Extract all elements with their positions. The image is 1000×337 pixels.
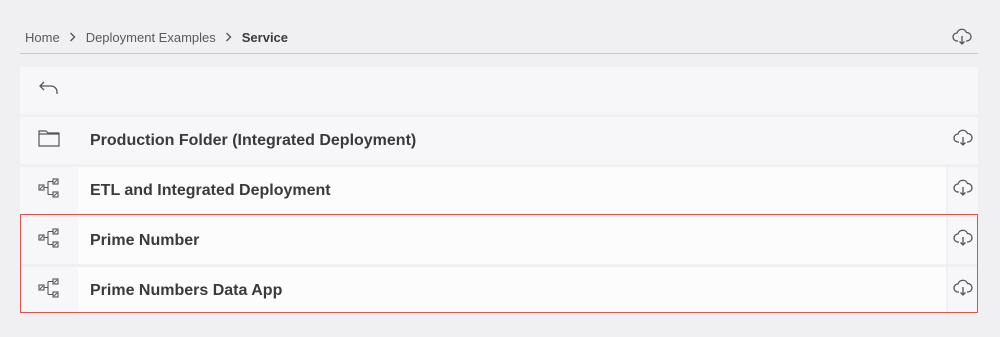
page-header: Home Deployment Examples Service (20, 20, 978, 54)
back-arrow-icon[interactable] (38, 80, 60, 101)
list-item-download (948, 217, 978, 264)
workflow-icon (38, 277, 60, 304)
list-item-icon-cell (20, 117, 78, 164)
back-icon-cell (20, 67, 78, 114)
cloud-download-icon[interactable] (953, 228, 973, 253)
breadcrumb-home[interactable]: Home (25, 30, 60, 45)
list-item[interactable]: Prime Number (20, 217, 978, 264)
list-item-icon-cell (20, 267, 78, 314)
list-item-download (948, 267, 978, 314)
item-list: Production Folder (Integrated Deployment… (20, 67, 978, 317)
list-item-main: Production Folder (Integrated Deployment… (78, 117, 948, 164)
list-item-icon-cell (20, 217, 78, 264)
list-item-download (948, 117, 978, 164)
breadcrumb-service: Service (241, 29, 289, 45)
list-item-main: ETL and Integrated Deployment (78, 167, 946, 214)
workflow-icon (38, 177, 60, 204)
list-item-label[interactable]: ETL and Integrated Deployment (90, 182, 331, 200)
chevron-right-icon (220, 32, 237, 42)
list-item-label[interactable]: Production Folder (Integrated Deployment… (90, 132, 416, 150)
folder-icon (38, 129, 60, 152)
breadcrumb: Home Deployment Examples Service (25, 29, 288, 45)
workflow-icon (38, 227, 60, 254)
list-item-main: Prime Number (78, 217, 946, 264)
cloud-download-icon[interactable] (953, 128, 973, 153)
list-item[interactable]: Prime Numbers Data App (20, 267, 978, 314)
list-item-icon-cell (20, 167, 78, 214)
cloud-download-icon[interactable] (953, 278, 973, 303)
chevron-right-icon (64, 32, 81, 42)
list-item-label[interactable]: Prime Numbers Data App (90, 282, 282, 300)
breadcrumb-deployment-examples[interactable]: Deployment Examples (86, 30, 216, 45)
list-item-main: Prime Numbers Data App (78, 267, 946, 314)
list-item[interactable]: ETL and Integrated Deployment (20, 167, 978, 214)
cloud-download-icon[interactable] (953, 178, 973, 203)
list-item-label[interactable]: Prime Number (90, 232, 199, 250)
back-row[interactable] (20, 67, 978, 114)
list-item-download (948, 167, 978, 214)
list-item[interactable]: Production Folder (Integrated Deployment… (20, 117, 978, 164)
back-row-spacer (78, 67, 978, 114)
cloud-download-icon[interactable] (952, 27, 972, 47)
